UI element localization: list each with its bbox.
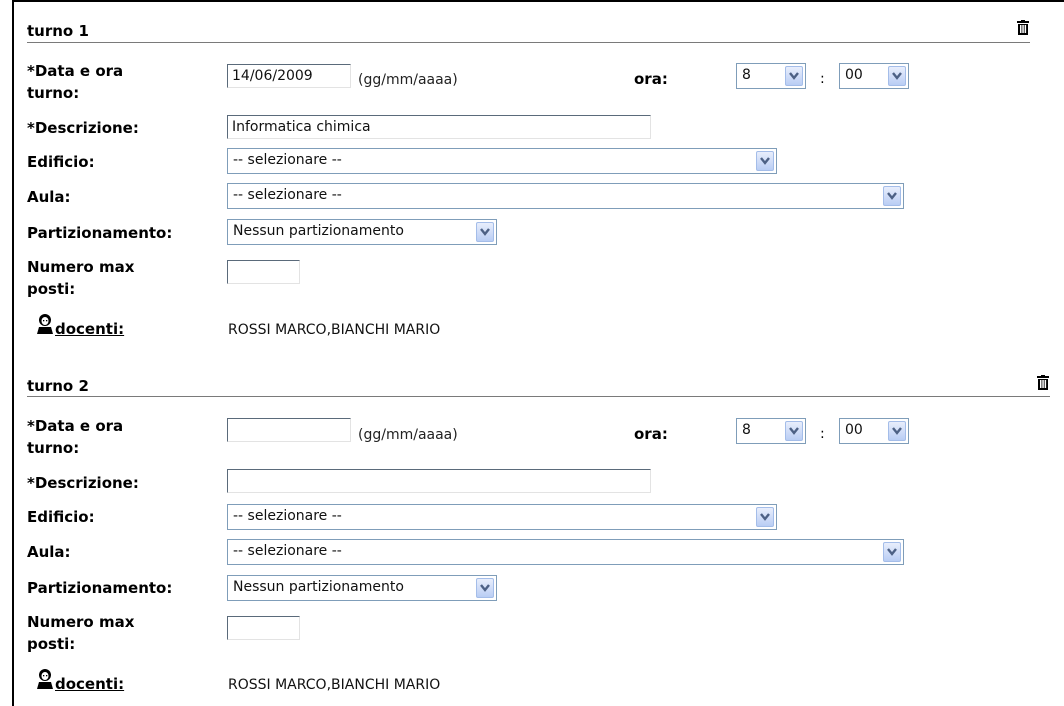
docenti-link[interactable]: docenti: <box>55 675 124 693</box>
edificio-select[interactable]: -- selezionare -- <box>227 504 777 530</box>
date-format-hint: (gg/mm/aaaa) <box>358 72 458 88</box>
numero-max-input[interactable] <box>227 616 300 640</box>
time-separator: : <box>820 71 825 87</box>
chevron-down-icon[interactable] <box>476 578 494 598</box>
teacher-icon <box>36 669 54 689</box>
edificio-label: Edificio: <box>27 508 95 526</box>
chevron-down-icon[interactable] <box>785 421 803 441</box>
partizionamento-select[interactable]: Nessun partizionamento <box>227 219 497 245</box>
numero-max-input[interactable] <box>227 260 300 284</box>
docenti-link[interactable]: docenti: <box>55 320 124 338</box>
aula-label: Aula: <box>27 543 71 561</box>
chevron-down-icon[interactable] <box>888 421 906 441</box>
date-input[interactable] <box>227 418 351 442</box>
numero-max-label: Numero max posti: <box>27 258 135 298</box>
minute-select[interactable]: 00 <box>839 418 909 444</box>
chevron-down-icon[interactable] <box>883 542 901 562</box>
numero-max-label: Numero max posti: <box>27 613 135 653</box>
hour-select[interactable]: 8 <box>736 418 806 444</box>
chevron-down-icon[interactable] <box>883 186 901 206</box>
time-separator: : <box>820 426 825 442</box>
chevron-down-icon[interactable] <box>756 151 774 171</box>
minute-select[interactable]: 00 <box>839 63 909 89</box>
partizionamento-label: Partizionamento: <box>27 579 173 597</box>
date-input[interactable]: 14/06/2009 <box>227 64 351 88</box>
chevron-down-icon[interactable] <box>756 507 774 527</box>
data-ora-label: *Data e ora turno: <box>27 417 124 457</box>
partizionamento-select[interactable]: Nessun partizionamento <box>227 575 497 601</box>
date-format-hint: (gg/mm/aaaa) <box>358 427 458 443</box>
partizionamento-label: Partizionamento: <box>27 224 173 242</box>
aula-label: Aula: <box>27 188 71 206</box>
descrizione-label: *Descrizione: <box>27 119 139 137</box>
descrizione-input[interactable] <box>227 469 651 493</box>
aula-select[interactable]: -- selezionare -- <box>227 183 904 209</box>
chevron-down-icon[interactable] <box>476 222 494 242</box>
trash-icon[interactable] <box>1036 375 1050 391</box>
docenti-value: ROSSI MARCO,BIANCHI MARIO <box>228 322 441 338</box>
edificio-label: Edificio: <box>27 153 95 171</box>
turno-title: turno 1 <box>27 22 89 40</box>
section-divider <box>27 42 1030 43</box>
chevron-down-icon[interactable] <box>785 66 803 86</box>
teacher-icon <box>36 314 54 334</box>
aula-select[interactable]: -- selezionare -- <box>227 539 904 565</box>
edificio-select[interactable]: -- selezionare -- <box>227 148 777 174</box>
docenti-value: ROSSI MARCO,BIANCHI MARIO <box>228 677 441 693</box>
turno-title: turno 2 <box>27 377 89 395</box>
chevron-down-icon[interactable] <box>888 66 906 86</box>
descrizione-input[interactable]: Informatica chimica <box>227 115 651 139</box>
trash-icon[interactable] <box>1016 20 1030 36</box>
descrizione-label: *Descrizione: <box>27 474 139 492</box>
ora-label: ora: <box>634 70 668 88</box>
ora-label: ora: <box>634 425 668 443</box>
hour-select[interactable]: 8 <box>736 63 806 89</box>
data-ora-label: *Data e ora turno: <box>27 62 124 102</box>
section-divider <box>27 396 1050 397</box>
form-frame <box>12 0 1064 706</box>
